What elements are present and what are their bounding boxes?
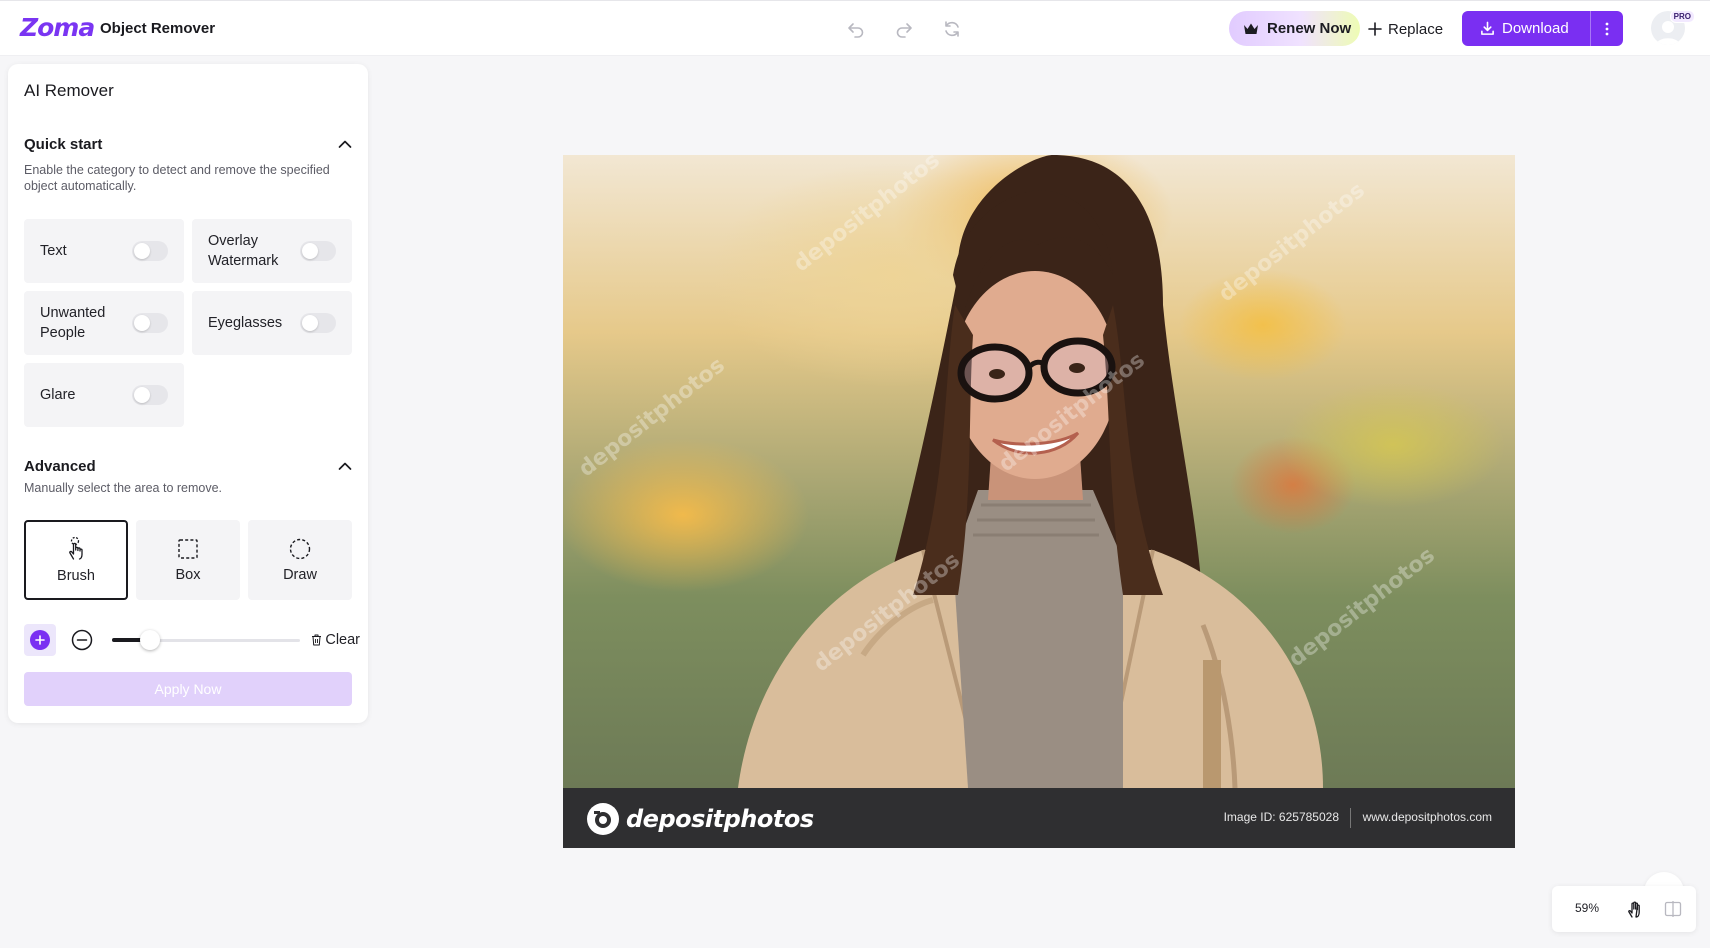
dashed-lasso-icon [289,538,311,560]
brush-size-thumb[interactable] [139,630,160,650]
hand-icon[interactable] [1625,899,1645,919]
unwanted-people-toggle[interactable] [132,313,168,333]
chevron-up-icon [338,140,352,148]
eyeglasses-toggle[interactable] [300,313,336,333]
zoom-controls: 59% [1552,886,1696,932]
advanced-title: Advanced [24,457,96,475]
user-avatar-button[interactable]: PRO [1651,10,1695,47]
advanced-header[interactable]: Advanced [24,455,352,477]
category-label: Unwanted People [40,305,106,341]
replace-label: Replace [1388,20,1444,38]
image-canvas[interactable]: depositphotos depositphotos depositphoto… [563,155,1515,848]
tool-label: Box [175,567,201,583]
undo-button[interactable] [842,15,870,43]
text-toggle[interactable] [132,241,168,261]
image-id: Image ID: 625785028 [1223,810,1339,824]
category-label: Text [40,243,67,259]
replace-button[interactable]: Replace [1368,13,1443,45]
plus-circle-icon [30,630,50,650]
category-label: Glare [40,387,76,403]
apply-now-label: Apply Now [154,681,222,697]
advanced-description: Manually select the area to remove. [24,481,223,495]
category-unwanted-people: Unwanted People [24,291,184,355]
quick-start-title: Quick start [24,135,103,153]
compare-icon[interactable] [1663,899,1683,919]
brush-size-controls: Clear [24,624,360,656]
category-label: Eyeglasses [208,315,283,331]
app-logo[interactable]: Zoma [20,13,95,43]
download-label: Download [1502,20,1569,37]
portrait-illustration [738,155,1323,788]
quick-start-header[interactable]: Quick start [24,133,352,155]
category-text: Text [24,219,184,283]
quick-start-description: Enable the category to detect and remove… [24,163,330,193]
category-label: Overlay Watermark [208,233,279,269]
redo-icon [896,23,912,38]
brush-hand-icon [69,536,83,560]
category-eyeglasses: Eyeglasses [192,291,352,355]
download-icon [1481,21,1494,35]
tool-label: Brush [57,568,95,584]
site-url: www.depositphotos.com [1362,810,1492,824]
panel-title: AI Remover [24,81,114,100]
trash-icon [312,634,322,646]
reset-icon [945,21,959,37]
decrease-brush-button[interactable] [70,628,94,652]
clear-button[interactable]: Clear [311,630,360,650]
apply-now-button[interactable]: Apply Now [24,672,352,706]
download-button-group: Download [1462,11,1623,46]
redo-button[interactable] [890,15,918,43]
tool-brush[interactable]: Brush [24,520,128,600]
plus-icon [1368,22,1382,36]
tool-box[interactable]: Box [136,520,240,600]
more-vertical-icon [1605,22,1609,35]
stock-logo: depositphotos [586,801,814,837]
stock-footer-bar: depositphotos Image ID: 625785028 www.de… [563,788,1515,848]
crown-icon [1244,23,1258,34]
dashed-box-icon [178,539,198,559]
increase-brush-button[interactable] [24,624,56,656]
minus-circle-icon [71,629,93,651]
overlay-watermark-toggle[interactable] [300,241,336,261]
zoom-level[interactable]: 59% [1575,901,1599,915]
clear-label: Clear [325,632,360,648]
undo-icon [848,23,864,38]
glare-toggle[interactable] [132,385,168,405]
tool-label: Draw [283,567,317,583]
category-glare: Glare [24,363,184,427]
stock-logo-text: depositphotos [626,805,814,833]
top-bar: Zoma Object Remover Renew Now Replace Do… [0,0,1710,56]
chevron-up-icon [338,462,352,470]
ai-remover-panel: AI Remover Quick start Enable the catego… [8,64,368,723]
pro-badge: PRO [1669,10,1695,23]
renew-now-label: Renew Now [1267,20,1352,37]
renew-now-button[interactable]: Renew Now [1229,11,1360,46]
camera-logo-icon [587,803,619,835]
download-options-button[interactable] [1590,11,1623,46]
app-title: Object Remover [100,20,216,37]
divider [1350,808,1351,828]
category-overlay-watermark: Overlay Watermark [192,219,352,283]
download-button[interactable]: Download [1462,11,1590,46]
reset-button[interactable] [938,15,966,43]
tool-draw[interactable]: Draw [248,520,352,600]
